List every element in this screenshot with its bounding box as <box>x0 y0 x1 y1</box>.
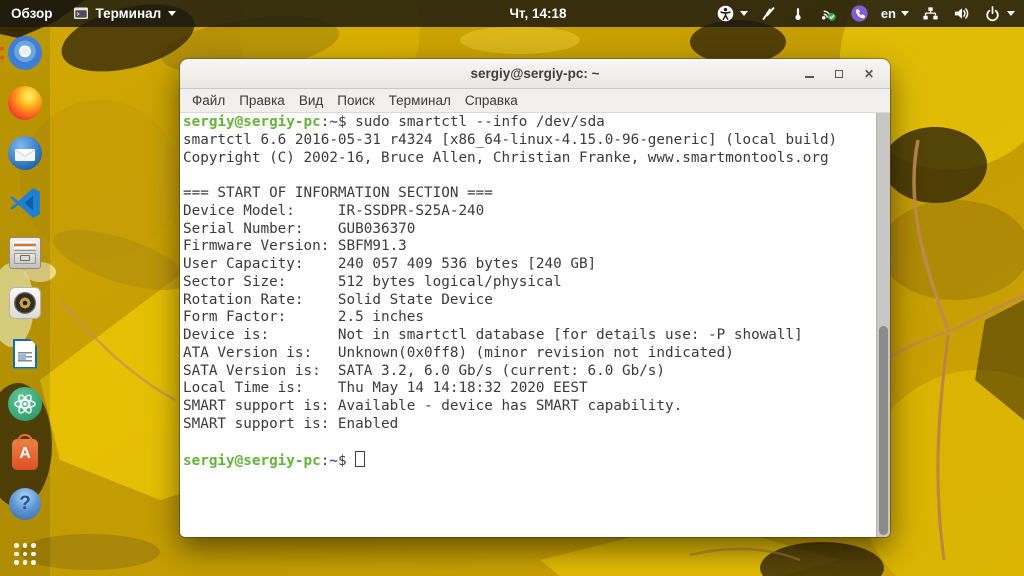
chromium-icon <box>8 36 42 70</box>
atom-icon <box>8 386 42 421</box>
terminal-line: SATA Version is: SATA 3.2, 6.0 Gb/s (cur… <box>183 362 666 379</box>
dock-item-vscode[interactable] <box>8 186 42 220</box>
terminal-window: sergiy@sergiy-pc: ~ ✕ Файл Правка Вид По… <box>180 59 890 537</box>
terminal-line: SMART support is: Enabled <box>183 415 399 432</box>
ethernet-icon[interactable] <box>921 5 940 23</box>
menu-search[interactable]: Поиск <box>330 93 381 108</box>
maximize-button[interactable] <box>833 68 845 80</box>
dock: A ? <box>0 27 50 576</box>
menu-file[interactable]: Файл <box>185 93 232 108</box>
chevron-down-icon <box>168 11 177 16</box>
app-menu[interactable]: Терминал <box>73 6 177 21</box>
power-icon <box>986 6 999 22</box>
terminal-screen[interactable]: sergiy@sergiy-pc:~$ sudo smartctl --info… <box>180 113 890 537</box>
terminal-line: Form Factor: 2.5 inches <box>183 309 425 326</box>
dock-item-libreoffice-writer[interactable] <box>8 337 42 371</box>
terminal-line: Rotation Rate: Solid State Device <box>183 291 493 308</box>
dock-item-app-grid[interactable] <box>8 537 42 571</box>
maximize-icon <box>835 69 843 78</box>
accessibility-icon <box>717 5 734 22</box>
terminal-line: sergiy@sergiy-pc:~$ sudo smartctl --info… <box>183 114 605 130</box>
terminal-line: SMART support is: Available - device has… <box>183 398 683 414</box>
power-menu[interactable] <box>983 4 1015 23</box>
dock-item-file-cabinet[interactable] <box>8 236 42 270</box>
terminal-line: Copyright (C) 2002-16, Bruce Allen, Chri… <box>183 149 829 166</box>
terminal-line: === START OF INFORMATION SECTION === <box>183 185 493 201</box>
language-label: en <box>880 6 896 21</box>
menu-view[interactable]: Вид <box>292 93 330 108</box>
temperature-icon[interactable] <box>790 5 806 23</box>
help-icon: ? <box>9 487 41 520</box>
app-grid-icon <box>12 541 38 567</box>
terminal-cursor <box>355 451 366 468</box>
terminal-line: smartctl 6.6 2016-05-31 r4324 [x86_64-li… <box>183 131 838 148</box>
dock-item-ubuntu-software[interactable]: A <box>8 437 42 471</box>
thunderbird-icon <box>8 136 42 171</box>
dock-item-firefox[interactable] <box>8 86 42 121</box>
viber-icon[interactable] <box>850 4 869 23</box>
chevron-down-icon <box>739 11 748 16</box>
menu-edit[interactable]: Правка <box>232 93 292 108</box>
activities-button[interactable]: Обзор <box>11 6 53 21</box>
terminal-line: Device Model: IR-SSDPR-S25A-240 <box>183 202 485 219</box>
chevron-down-icon <box>1007 11 1015 16</box>
volume-icon[interactable] <box>952 4 971 23</box>
terminal-line: Sector Size: 512 bytes logical/physical <box>183 273 562 290</box>
dock-item-thunderbird[interactable] <box>8 136 42 171</box>
accessibility-menu[interactable] <box>716 4 748 23</box>
vscode-icon <box>10 188 40 219</box>
terminal-line: Local Time is: Thu May 14 14:18:32 2020 … <box>183 380 588 397</box>
title-bar[interactable]: sergiy@sergiy-pc: ~ ✕ <box>180 59 890 89</box>
language-selector[interactable]: en <box>881 6 909 21</box>
zigzag-indicator-icon[interactable] <box>760 5 778 23</box>
close-icon: ✕ <box>863 66 875 81</box>
menu-help[interactable]: Справка <box>458 93 525 108</box>
terminal-line: Firmware Version: SBFM91.3 <box>183 238 407 255</box>
network-signal-icon[interactable] <box>818 4 838 23</box>
terminal-line: sergiy@sergiy-pc:~$ <box>183 451 874 469</box>
minimize-button[interactable] <box>803 68 815 80</box>
terminal-line: Serial Number: GUB036370 <box>183 220 416 237</box>
menu-bar: Файл Правка Вид Поиск Терминал Справка <box>180 89 890 113</box>
running-indicator <box>0 46 4 60</box>
ubuntu-software-icon: A <box>12 438 38 470</box>
terminal-icon <box>73 7 88 19</box>
terminal-line: User Capacity: 240 057 409 536 bytes [24… <box>183 256 597 272</box>
dock-item-media-player[interactable] <box>8 286 42 320</box>
scrollbar-thumb[interactable] <box>879 326 888 535</box>
speaker-icon <box>9 287 41 320</box>
dock-item-help[interactable]: ? <box>8 487 42 521</box>
window-title: sergiy@sergiy-pc: ~ <box>470 66 600 81</box>
dock-item-chromium[interactable] <box>0 36 42 70</box>
clock[interactable]: Чт, 14:18 <box>509 6 566 21</box>
close-button[interactable]: ✕ <box>863 68 875 80</box>
terminal-line: ATA Version is: Unknown(0x0ff8) (minor r… <box>183 344 734 361</box>
terminal-lines: sergiy@sergiy-pc:~$ sudo smartctl --info… <box>183 114 874 469</box>
minimize-icon <box>804 75 814 78</box>
terminal-line: Device is: Not in smartctl database [for… <box>183 327 803 343</box>
menu-terminal[interactable]: Терминал <box>382 93 458 108</box>
dock-item-science-atom[interactable] <box>8 386 42 421</box>
app-menu-label: Терминал <box>95 6 162 21</box>
top-bar: Обзор Терминал Чт, 14:18 en <box>0 0 1024 27</box>
firefox-icon <box>8 86 42 121</box>
scrollbar[interactable] <box>876 113 890 537</box>
libreoffice-writer-icon <box>13 338 37 369</box>
chevron-down-icon <box>901 11 909 16</box>
file-cabinet-icon <box>9 237 41 270</box>
